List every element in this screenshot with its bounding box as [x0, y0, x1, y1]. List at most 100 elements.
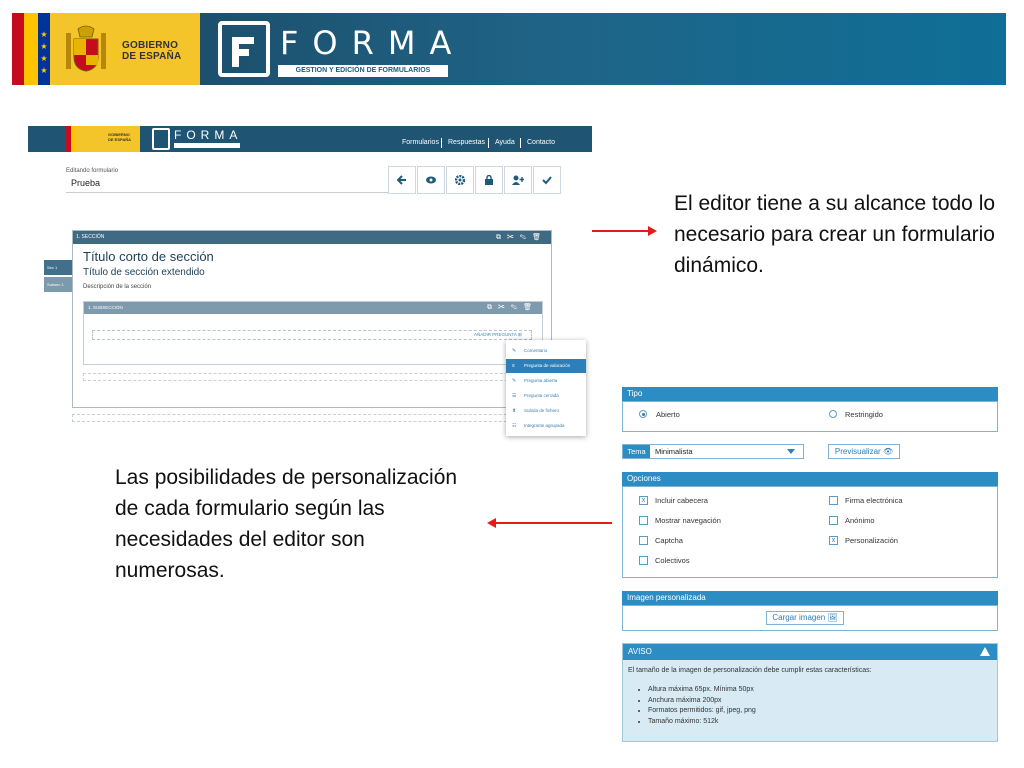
- gov-line-2: DE ESPAÑA: [122, 51, 182, 62]
- add-user-icon[interactable]: [504, 166, 532, 194]
- menu-item-pregunta-cerrada[interactable]: ☰ Pregunta cerrada: [506, 389, 586, 403]
- radio-abierto[interactable]: [639, 410, 647, 418]
- back-arrow-icon[interactable]: [388, 166, 416, 194]
- aviso-item: Anchura máxima 200px: [648, 696, 756, 707]
- radio-abierto-label: Abierto: [656, 410, 680, 419]
- group-icon: ☷: [512, 423, 517, 429]
- menu-item-subida-de-fichero[interactable]: ⬆ Subida de fichero: [506, 404, 586, 418]
- menu-item-pregunta-de-valoración[interactable]: ≡ Pregunta de valoración: [506, 359, 586, 373]
- tema-label: Tema: [623, 445, 650, 458]
- subsection-dropzone: AÑADIR SUB: [83, 373, 543, 381]
- checkbox-incluir-cabecera[interactable]: x: [639, 496, 648, 505]
- imagen-body: Cargar imagen 🖼: [622, 605, 998, 631]
- subsection-header-label: 1. SUBSECCIÓN: [88, 305, 123, 310]
- add-question-button[interactable]: AÑADIR PREGUNTA ⊞: [474, 332, 522, 338]
- tab-subsec-1[interactable]: Subsec 1: [44, 277, 72, 292]
- arrow-left: [496, 522, 612, 524]
- menu-item-pregunta-abierta[interactable]: ✎ Pregunta abierta: [506, 374, 586, 388]
- arrow-right-head: [648, 226, 657, 236]
- forma-subtitle: GESTION Y EDICIÓN DE FORMULARIOS: [278, 65, 448, 77]
- aviso-item: Formatos permitidos: gif, jpeg, png: [648, 706, 756, 717]
- forma-wordmark: FORMA: [280, 24, 466, 62]
- eu-stars-icon: ★ ★ ★ ★: [40, 30, 48, 75]
- preview-button[interactable]: Previsualizar 👁: [828, 444, 900, 459]
- section-short-title: Título corto de sección: [83, 249, 214, 264]
- checkbox-personalización[interactable]: x: [829, 536, 838, 545]
- opciones-body: x Incluir cabecera Firma electrónica Mostra…: [622, 486, 998, 578]
- checkbox-label: Firma electrónica: [845, 496, 903, 505]
- menu-item-comentario[interactable]: ✎ Comentario: [506, 344, 586, 358]
- checkbox-colectivos[interactable]: [639, 556, 648, 565]
- header-banner: ★ ★ ★ ★ GOBIERNO DE ESPAÑA FORMA GESTION Y …: [12, 13, 1006, 85]
- imagen-header: Imagen personalizada: [622, 591, 998, 605]
- gov-line-1: GOBIERNO: [122, 40, 179, 51]
- section-extended-title: Título de sección extendido: [83, 267, 205, 278]
- nav-formularios[interactable]: Formularios: [402, 139, 439, 146]
- aviso-header: AVISO: [623, 644, 997, 660]
- closed-question-icon: ☰: [512, 393, 517, 399]
- comment-icon: ✎: [512, 348, 517, 354]
- nav-contacto[interactable]: Contacto: [527, 139, 555, 146]
- tipo-panel: Tipo Abierto Restringido: [622, 387, 998, 432]
- imagen-panel: Imagen personalizada Cargar imagen 🖼: [622, 591, 998, 631]
- editing-label: Editando formulario: [66, 168, 119, 174]
- rating-icon: ≡: [512, 363, 515, 369]
- aviso-list: Altura máxima 65px. Mínima 50pxAnchura m…: [640, 685, 756, 727]
- checkbox-label: Mostrar navegación: [655, 516, 721, 525]
- tema-value: Minimalista: [655, 447, 693, 456]
- opciones-header: Opciones: [622, 472, 998, 486]
- arrow-right: [592, 230, 650, 232]
- tab-sec-1[interactable]: Sec 1: [44, 260, 72, 275]
- upload-image-button[interactable]: Cargar imagen 🖼: [766, 611, 844, 625]
- flag-stripe: ★ ★ ★ ★: [12, 13, 52, 85]
- radio-restringido[interactable]: [829, 410, 837, 418]
- editor-header: GOBIERNO DE ESPAÑA FORMA Formularios Resp…: [28, 126, 592, 152]
- tipo-header: Tipo: [622, 387, 998, 401]
- opciones-panel: Opciones x Incluir cabecera Firma electrón…: [622, 472, 998, 578]
- checkbox-anónimo[interactable]: [829, 516, 838, 525]
- aviso-header-label: AVISO: [628, 647, 652, 656]
- form-name: Prueba: [71, 178, 101, 188]
- gobierno-logo: GOBIERNO DE ESPAÑA: [50, 13, 200, 85]
- menu-item-label: Integrante agrupada: [524, 423, 565, 428]
- section-tabs: Sec 1 Subsec 1: [44, 260, 72, 294]
- lock-icon[interactable]: [475, 166, 503, 194]
- check-icon[interactable]: [533, 166, 561, 194]
- checkbox-mostrar-navegación[interactable]: [639, 516, 648, 525]
- aviso-item: Altura máxima 65px. Mínima 50px: [648, 685, 756, 696]
- arrow-left-head: [487, 518, 496, 528]
- subsection-header: 1. SUBSECCIÓN ⧉✂✎🗑: [84, 302, 542, 314]
- upload-icon: ⬆: [512, 408, 517, 414]
- section-actions[interactable]: ⧉✂✎🗑: [496, 231, 547, 244]
- checkbox-label: Colectivos: [655, 556, 690, 565]
- checkbox-label: Incluir cabecera: [655, 496, 708, 505]
- aviso-intro: El tamaño de la imagen de personalizació…: [628, 667, 872, 674]
- section-dropzone: [72, 414, 552, 422]
- menu-item-label: Comentario: [524, 348, 548, 353]
- checkbox-captcha[interactable]: [639, 536, 648, 545]
- subsection-actions[interactable]: ⧉✂✎🗑: [487, 302, 538, 314]
- forma-logo: FORMA GESTION Y EDICIÓN DE FORMULARIOS: [218, 21, 451, 79]
- nav-respuestas[interactable]: Respuestas: [448, 139, 485, 146]
- menu-item-integrante-agrupada[interactable]: ☷ Integrante agrupada: [506, 419, 586, 433]
- eye-icon[interactable]: [417, 166, 445, 194]
- gear-icon[interactable]: [446, 166, 474, 194]
- subsection-card: 1. SUBSECCIÓN ⧉✂✎🗑 AÑADIR PREGUNTA ⊞: [83, 301, 543, 365]
- question-type-menu: ✎ Comentario ≡ Pregunta de valoración ✎ Pregu…: [506, 340, 586, 436]
- menu-item-label: Pregunta cerrada: [524, 393, 559, 398]
- editor-screenshot: GOBIERNO DE ESPAÑA FORMA Formularios Resp…: [28, 126, 592, 436]
- image-icon: 🖼: [827, 613, 838, 622]
- checkbox-label: Captcha: [655, 536, 683, 545]
- aviso-item: Tamaño máximo: 512k: [648, 717, 756, 728]
- checkbox-firma-electrónica[interactable]: [829, 496, 838, 505]
- radio-restringido-label: Restringido: [845, 410, 883, 419]
- warning-icon: [980, 647, 990, 656]
- menu-item-label: Pregunta de valoración: [524, 363, 571, 368]
- question-dropzone: [92, 330, 532, 340]
- section-card: 1. SECCIÓN ⧉✂✎🗑 Título corto de sección …: [72, 230, 552, 408]
- customization-caption: Las posibilidades de personalización de …: [115, 466, 458, 582]
- editor-caption: El editor tiene a su alcance todo lo nec…: [674, 192, 996, 277]
- section-header: 1. SECCIÓN ⧉✂✎🗑: [73, 231, 551, 244]
- tema-select[interactable]: Tema Minimalista: [622, 444, 804, 459]
- nav-ayuda[interactable]: Ayuda: [495, 139, 515, 146]
